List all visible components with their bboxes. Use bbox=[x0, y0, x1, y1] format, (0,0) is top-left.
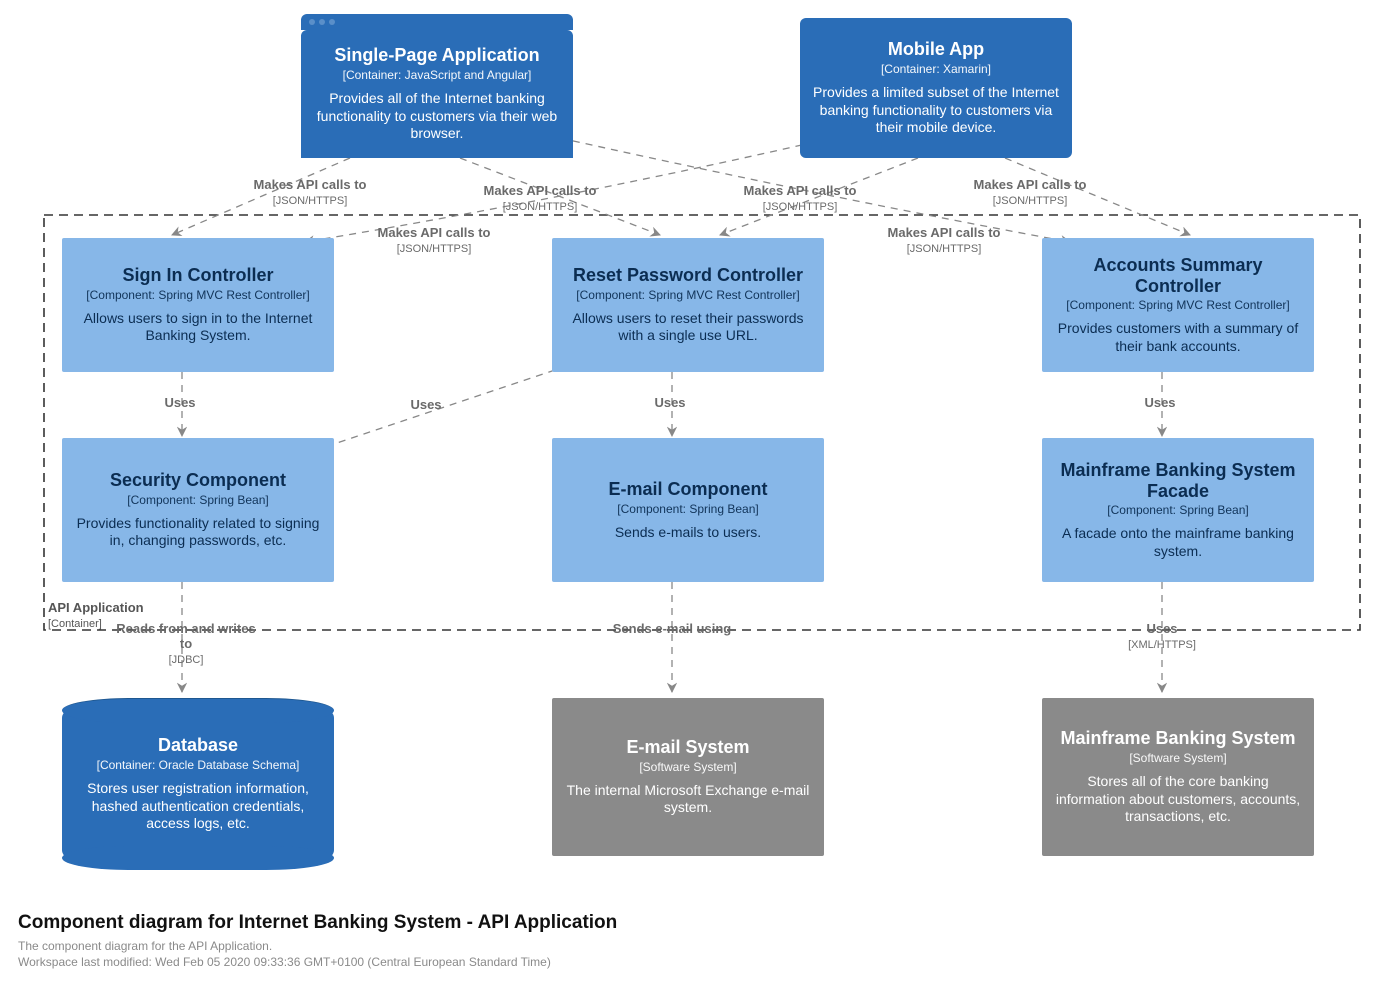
rel-uses-2: Uses bbox=[396, 398, 456, 413]
node-facade[interactable]: Mainframe Banking System Facade [Compone… bbox=[1042, 438, 1314, 582]
node-database[interactable]: Database [Container: Oracle Database Sch… bbox=[62, 710, 334, 858]
diagram-subtitle: The component diagram for the API Applic… bbox=[18, 938, 617, 970]
node-title: Mobile App bbox=[888, 39, 984, 60]
node-meta: [Container: JavaScript and Angular] bbox=[343, 68, 532, 82]
rel-uses-4: Uses bbox=[1130, 396, 1190, 411]
node-title: Mainframe Banking System Facade bbox=[1054, 460, 1302, 501]
node-meta: [Component: Spring Bean] bbox=[1107, 503, 1248, 517]
node-meta: [Software System] bbox=[1129, 751, 1226, 765]
node-desc: Provides a limited subset of the Interne… bbox=[812, 84, 1060, 137]
rel-api-5: Makes API calls to[JSON/HTTPS] bbox=[344, 226, 524, 256]
node-title: E-mail System bbox=[626, 737, 749, 758]
diagram-footer: Component diagram for Internet Banking S… bbox=[18, 912, 617, 970]
rel-api-2: Makes API calls to[JSON/HTTPS] bbox=[450, 184, 630, 214]
node-meta: [Component: Spring Bean] bbox=[127, 493, 268, 507]
rel-api-4: Makes API calls to[JSON/HTTPS] bbox=[940, 178, 1120, 208]
node-title: Mainframe Banking System bbox=[1060, 728, 1295, 749]
node-title: Database bbox=[158, 735, 238, 756]
node-title: Single-Page Application bbox=[334, 45, 539, 66]
rel-api-1: Makes API calls to[JSON/HTTPS] bbox=[220, 178, 400, 208]
node-emailsys[interactable]: E-mail System [Software System] The inte… bbox=[552, 698, 824, 856]
rel-sends: Sends e-mail using bbox=[612, 622, 732, 637]
node-accounts[interactable]: Accounts Summary Controller [Component: … bbox=[1042, 238, 1314, 372]
node-desc: Stores user registration information, ha… bbox=[74, 780, 322, 833]
node-desc: Sends e-mails to users. bbox=[615, 524, 761, 542]
node-desc: Allows users to sign in to the Internet … bbox=[74, 310, 322, 345]
node-spa[interactable]: Single-Page Application [Container: Java… bbox=[301, 30, 573, 158]
node-meta: [Container: Oracle Database Schema] bbox=[97, 758, 300, 772]
node-meta: [Container: Xamarin] bbox=[881, 62, 991, 76]
node-desc: Provides customers with a summary of the… bbox=[1054, 320, 1302, 355]
rel-reads: Reads from and writes to[JDBC] bbox=[116, 622, 256, 667]
node-desc: Provides functionality related to signin… bbox=[74, 515, 322, 550]
node-meta: [Software System] bbox=[639, 760, 736, 774]
node-title: Reset Password Controller bbox=[573, 265, 803, 286]
node-mobile[interactable]: Mobile App [Container: Xamarin] Provides… bbox=[800, 18, 1072, 158]
rel-uses-1: Uses bbox=[150, 396, 210, 411]
node-title: Sign In Controller bbox=[123, 265, 274, 286]
node-desc: Stores all of the core banking informati… bbox=[1054, 773, 1302, 826]
node-title: Accounts Summary Controller bbox=[1054, 255, 1302, 296]
rel-api-6: Makes API calls to[JSON/HTTPS] bbox=[854, 226, 1034, 256]
node-security[interactable]: Security Component [Component: Spring Be… bbox=[62, 438, 334, 582]
node-meta: [Component: Spring MVC Rest Controller] bbox=[86, 288, 309, 302]
node-desc: The internal Microsoft Exchange e-mail s… bbox=[564, 782, 812, 817]
node-desc: Provides all of the Internet banking fun… bbox=[313, 90, 561, 143]
rel-api-3: Makes API calls to[JSON/HTTPS] bbox=[710, 184, 890, 214]
rel-uses-xml: Uses[XML/HTTPS] bbox=[1102, 622, 1222, 652]
diagram-title: Component diagram for Internet Banking S… bbox=[18, 912, 617, 934]
node-title: E-mail Component bbox=[608, 479, 767, 500]
node-meta: [Component: Spring MVC Rest Controller] bbox=[576, 288, 799, 302]
node-desc: Allows users to reset their passwords wi… bbox=[564, 310, 812, 345]
rel-uses-3: Uses bbox=[640, 396, 700, 411]
node-reset[interactable]: Reset Password Controller [Component: Sp… bbox=[552, 238, 824, 372]
node-meta: [Component: Spring MVC Rest Controller] bbox=[1066, 298, 1289, 312]
node-mainframe[interactable]: Mainframe Banking System [Software Syste… bbox=[1042, 698, 1314, 856]
node-email[interactable]: E-mail Component [Component: Spring Bean… bbox=[552, 438, 824, 582]
node-title: Security Component bbox=[110, 470, 286, 491]
node-signin[interactable]: Sign In Controller [Component: Spring MV… bbox=[62, 238, 334, 372]
node-desc: A facade onto the mainframe banking syst… bbox=[1054, 525, 1302, 560]
diagram-canvas: Single-Page Application [Container: Java… bbox=[0, 0, 1400, 986]
node-meta: [Component: Spring Bean] bbox=[617, 502, 758, 516]
